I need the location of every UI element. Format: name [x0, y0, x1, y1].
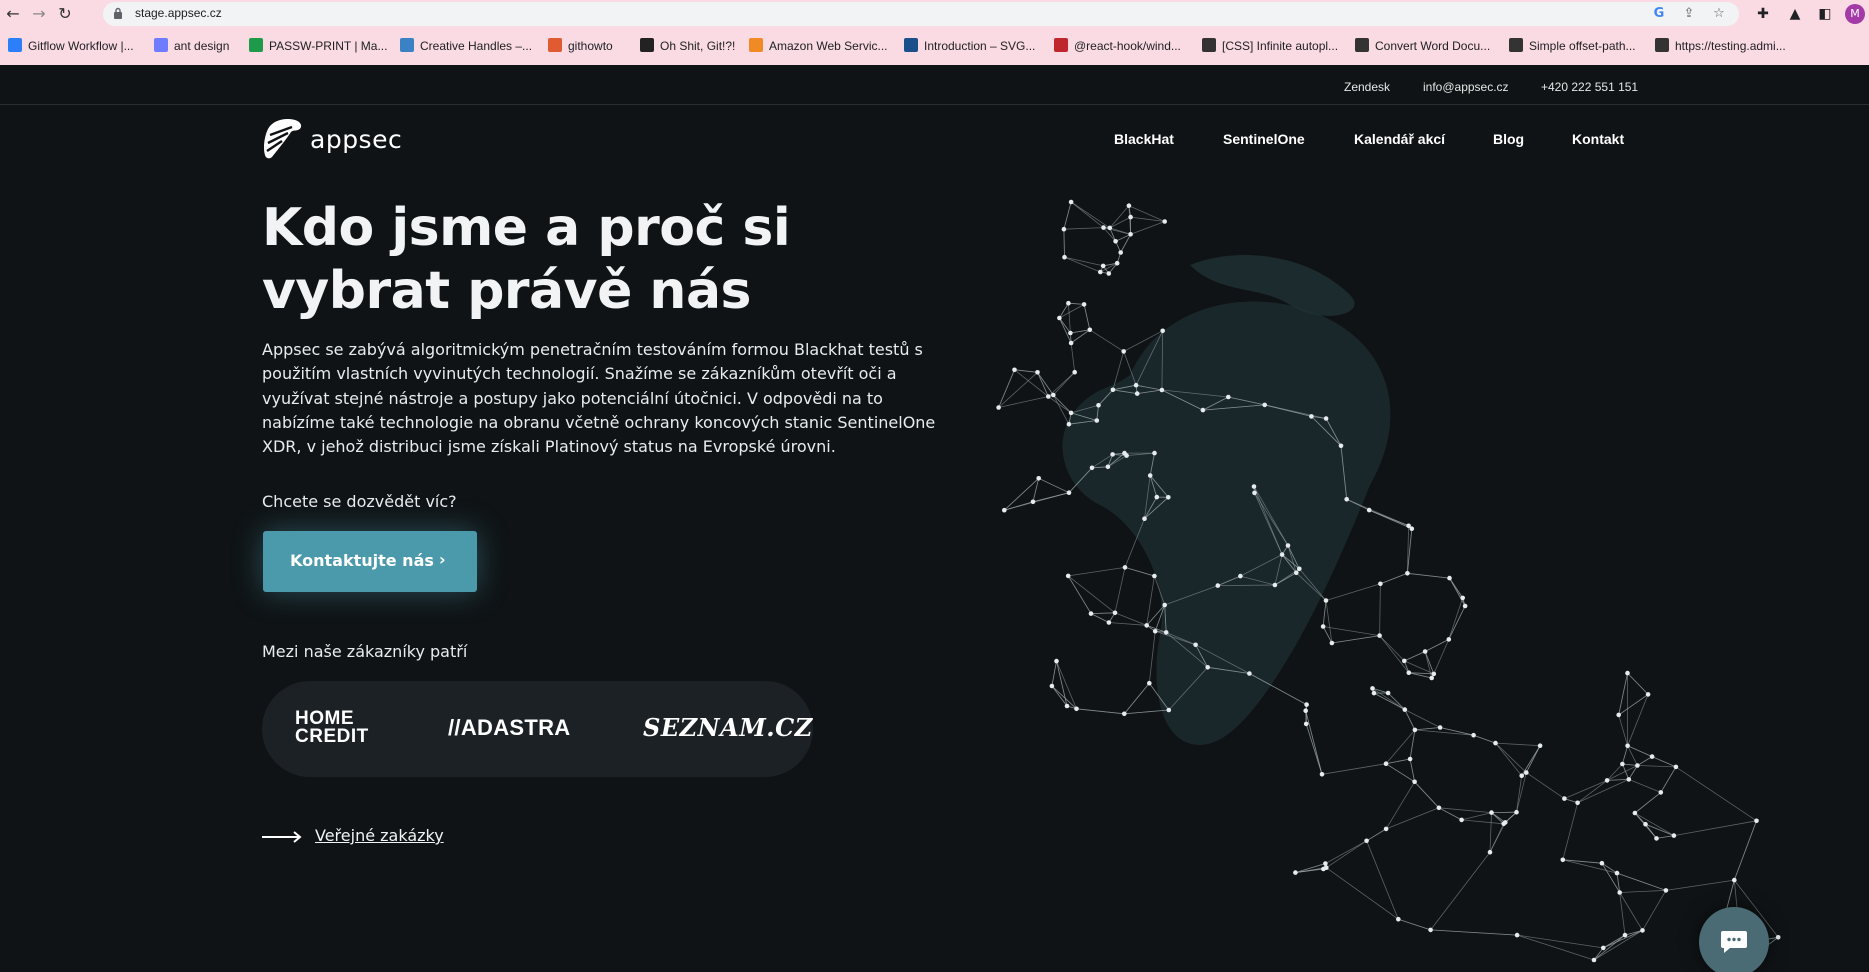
nav-blog[interactable]: Blog: [1493, 131, 1524, 147]
adastra-logo: //ADASTRA: [448, 715, 571, 740]
extensions-icon[interactable]: ✚: [1752, 3, 1774, 25]
title-line-2: vybrat právě nás: [262, 261, 752, 321]
bookmark-favicon-icon: [154, 38, 168, 52]
bookmark-label: Introduction – SVG...: [924, 39, 1036, 53]
homecredit-line-2: CREDIT: [295, 726, 369, 747]
email-link[interactable]: info@appsec.cz: [1423, 80, 1509, 94]
browser-chrome: ← → ↻ stage.appsec.cz G ⇪ ☆ ✚ ▲ ◧ M Gitf…: [0, 0, 1869, 65]
bookmark-item[interactable]: https://testing.admi...: [1655, 37, 1786, 55]
bookmark-favicon-icon: [400, 38, 414, 52]
bookmarks-bar: Gitflow Workflow |... ant design PASSW-PRI…: [0, 33, 1869, 59]
lock-icon: [114, 7, 122, 19]
horse-head-logo-icon: [264, 119, 302, 159]
bookmark-favicon-icon: [548, 38, 562, 52]
intro-line: využívat stejné nástroje a postupy jako …: [262, 388, 883, 408]
bookmark-item[interactable]: Oh Shit, Git!?!: [640, 37, 735, 55]
logo-wordmark: appsec: [310, 125, 403, 154]
title-line-1: Kdo jsme a proč si: [262, 198, 791, 258]
bookmark-favicon-icon: [749, 38, 763, 52]
phone-link[interactable]: +420 222 551 151: [1541, 80, 1638, 94]
bookmark-favicon-icon: [1202, 38, 1216, 52]
chat-bubble-icon: [1721, 931, 1747, 953]
customers-heading: Mezi naše zákazníky patří: [262, 642, 468, 661]
learn-more-question: Chcete se dozvědět víc?: [262, 492, 457, 511]
bookmark-item[interactable]: Convert Word Docu...: [1355, 37, 1490, 55]
page-title: Kdo jsme a proč si vybrat právě nás: [262, 197, 882, 323]
bookmark-item[interactable]: githowto: [548, 37, 613, 55]
customer-logos: HOME CREDIT //ADASTRA SEZNAM.CZ: [262, 681, 813, 777]
bookmark-favicon-icon: [8, 38, 22, 52]
url-text: stage.appsec.cz: [135, 6, 222, 20]
bookmark-item[interactable]: Creative Handles –...: [400, 37, 532, 55]
bookmark-favicon-icon: [1509, 38, 1523, 52]
nav-calendar[interactable]: Kalendář akcí: [1354, 131, 1445, 147]
bookmark-item[interactable]: ant design: [154, 37, 229, 55]
bookmark-label: PASSW-PRINT | Ma...: [269, 39, 388, 53]
bookmark-label: githowto: [568, 39, 613, 53]
seznam-logo: SEZNAM.CZ: [643, 713, 813, 742]
bookmark-label: [CSS] Infinite autopl...: [1222, 39, 1339, 53]
address-row: ← → ↻ stage.appsec.cz G ⇪ ☆ ✚ ▲ ◧ M: [0, 0, 1869, 28]
bookmark-label: Creative Handles –...: [420, 39, 533, 53]
bookmark-favicon-icon: [640, 38, 654, 52]
bookmark-label: Oh Shit, Git!?!: [660, 39, 736, 53]
bookmark-favicon-icon: [1655, 38, 1669, 52]
address-bar[interactable]: stage.appsec.cz G ⇪ ☆: [103, 2, 1739, 26]
bookmark-label: Amazon Web Servic...: [769, 39, 888, 53]
side-panel-icon[interactable]: ◧: [1814, 3, 1836, 25]
bookmark-label: Convert Word Docu...: [1375, 39, 1491, 53]
homecredit-logo: HOME CREDIT: [295, 709, 369, 747]
bookmark-item[interactable]: Amazon Web Servic...: [749, 37, 888, 55]
web-page: Zendesk info@appsec.cz +420 222 551 151 …: [0, 65, 1869, 972]
intro-line: nabízíme také technologie na obranu včet…: [262, 412, 936, 432]
bookmark-label: https://testing.admi...: [1675, 39, 1786, 53]
top-contact-bar: Zendesk info@appsec.cz +420 222 551 151: [0, 65, 1869, 105]
bookmark-star-icon[interactable]: ☆: [1710, 5, 1728, 23]
appsec-logo[interactable]: appsec: [262, 117, 402, 163]
intro-line: Appsec se zabývá algoritmickým penetračn…: [262, 340, 923, 359]
nav-sentinelone[interactable]: SentinelOne: [1223, 131, 1305, 147]
bookmark-favicon-icon: [1355, 38, 1369, 52]
zendesk-link[interactable]: Zendesk: [1344, 80, 1390, 94]
bookmark-item[interactable]: Simple offset-path...: [1509, 37, 1636, 55]
nav-contact[interactable]: Kontakt: [1572, 131, 1624, 147]
bookmark-favicon-icon: [1054, 38, 1068, 52]
chat-widget-button[interactable]: [1699, 907, 1769, 972]
labs-flask-icon[interactable]: ▲: [1784, 3, 1806, 25]
contact-us-label: Kontaktujte nás: [290, 551, 434, 570]
bookmark-label: Simple offset-path...: [1529, 39, 1636, 53]
bookmark-item[interactable]: Introduction – SVG...: [904, 37, 1035, 55]
intro-line: použitím vlastních vyvinutých technologi…: [262, 364, 897, 384]
bookmark-favicon-icon: [904, 38, 918, 52]
arrow-right-icon: [262, 831, 302, 843]
public-tenders-label: Veřejné zakázky: [315, 826, 444, 845]
intro-paragraph: Appsec se zabývá algoritmickým penetračn…: [262, 338, 952, 459]
bookmark-label: Gitflow Workflow |...: [28, 39, 134, 53]
forward-icon[interactable]: →: [28, 3, 50, 25]
reload-icon[interactable]: ↻: [54, 3, 76, 25]
chevron-right-icon: ›: [439, 550, 446, 569]
network-horse-illustration: [996, 199, 1781, 967]
bookmark-item[interactable]: @react-hook/wind...: [1054, 37, 1181, 55]
bookmark-label: ant design: [174, 39, 230, 53]
nav-blackhat[interactable]: BlackHat: [1114, 131, 1174, 147]
profile-avatar[interactable]: M: [1845, 4, 1865, 24]
bookmark-label: @react-hook/wind...: [1074, 39, 1181, 53]
bookmark-item[interactable]: Gitflow Workflow |...: [8, 37, 134, 55]
share-icon[interactable]: ⇪: [1680, 5, 1698, 23]
intro-line: XDR, v jehož distribuci jsme získali Pla…: [262, 437, 836, 457]
bookmark-item[interactable]: [CSS] Infinite autopl...: [1202, 37, 1338, 55]
bookmark-item[interactable]: PASSW-PRINT | Ma...: [249, 37, 387, 55]
contact-us-button[interactable]: Kontaktujte nás ›: [263, 531, 477, 592]
google-translate-icon[interactable]: G: [1650, 5, 1668, 23]
bookmark-favicon-icon: [249, 38, 263, 52]
back-icon[interactable]: ←: [2, 3, 24, 25]
